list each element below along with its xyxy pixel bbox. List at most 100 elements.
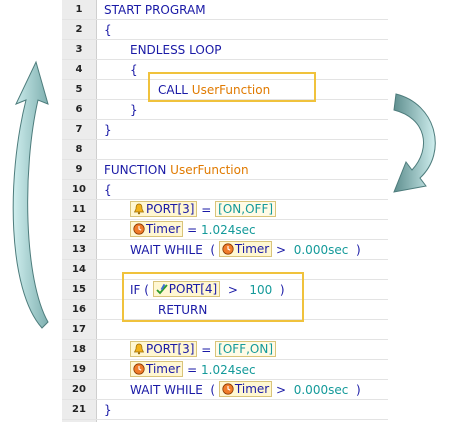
line-number: 14 xyxy=(72,264,86,275)
value-literal: 1.024sec xyxy=(201,223,256,237)
keyword-text: WAIT WHILE ( xyxy=(130,383,219,397)
value-token[interactable]: [ON,OFF] xyxy=(215,201,277,217)
code-line[interactable]: 6} xyxy=(62,100,388,120)
line-number: 8 xyxy=(75,144,83,155)
timer-icon xyxy=(133,363,145,375)
code-text: START PROGRAM xyxy=(104,0,206,20)
line-number: 2 xyxy=(75,24,83,35)
variable-token[interactable]: Timer xyxy=(218,381,273,397)
code-line[interactable]: 11 PORT[3] = [ON,OFF] xyxy=(62,200,388,220)
line-number: 19 xyxy=(72,364,86,375)
keyword-text: START PROGRAM xyxy=(104,3,206,17)
variable-token[interactable]: Timer xyxy=(130,361,184,377)
keyword-text: = xyxy=(197,203,216,217)
timer-icon xyxy=(222,243,234,255)
line-number: 21 xyxy=(72,404,86,415)
keyword-text: { xyxy=(130,63,138,77)
code-line[interactable]: 20 WAIT WHILE ( Timer > 0.000sec ) xyxy=(62,380,388,400)
keyword-text: } xyxy=(104,123,112,137)
code-line[interactable]: 19 Timer = 1.024sec xyxy=(62,360,388,380)
code-line[interactable]: 10 { xyxy=(62,180,388,200)
line-number: 11 xyxy=(72,204,86,215)
bell-icon xyxy=(133,203,145,215)
keyword-text: } xyxy=(130,103,138,117)
code-line[interactable]: 8 xyxy=(62,140,388,160)
line-number: 12 xyxy=(72,224,86,235)
keyword-text: } xyxy=(104,403,112,417)
if-return-highlight-box xyxy=(122,272,304,322)
keyword-text: { xyxy=(104,23,112,37)
timer-icon xyxy=(133,223,145,235)
token-label: Timer xyxy=(234,242,270,256)
code-line[interactable]: 3 ENDLESS LOOP xyxy=(62,40,388,60)
keyword-text: ) xyxy=(348,243,361,257)
line-number: 18 xyxy=(72,344,86,355)
code-text: } xyxy=(104,120,112,140)
line-number: 5 xyxy=(75,84,83,95)
line-number: 4 xyxy=(75,64,83,75)
token-label: Timer xyxy=(146,362,181,376)
keyword-text: = xyxy=(183,223,201,237)
line-number: 6 xyxy=(75,104,83,115)
code-editor[interactable]: 1 START PROGRAM 2{3 ENDLESS LOOP 4{5 CALL Use… xyxy=(62,0,388,422)
variable-token[interactable]: PORT[3] xyxy=(130,341,198,357)
code-line[interactable]: 12 Timer = 1.024sec xyxy=(62,220,388,240)
variable-token[interactable]: Timer xyxy=(130,221,184,237)
line-number: 7 xyxy=(75,124,83,135)
code-line[interactable]: 17 xyxy=(62,320,388,340)
keyword-text: ) xyxy=(348,383,361,397)
code-text: { xyxy=(130,60,138,80)
bell-icon xyxy=(133,343,145,355)
keyword-text: > xyxy=(272,383,294,397)
code-text: { xyxy=(104,20,112,40)
line-number: 3 xyxy=(75,44,83,55)
code-text: FUNCTION UserFunction xyxy=(104,160,249,180)
token-label: Timer xyxy=(146,222,181,236)
keyword-text: = xyxy=(197,343,216,357)
code-text: } xyxy=(104,400,112,420)
token-label: PORT[3] xyxy=(146,342,195,356)
code-text: WAIT WHILE ( Timer > 0.000sec ) xyxy=(130,240,361,260)
code-line[interactable]: 7} xyxy=(62,120,388,140)
value-literal: 0.000sec xyxy=(293,243,349,257)
line-number: 9 xyxy=(75,164,83,175)
code-text: PORT[3] = [ON,OFF] xyxy=(130,200,277,220)
code-line[interactable]: 1 START PROGRAM xyxy=(62,0,388,20)
function-name: UserFunction xyxy=(170,163,249,177)
keyword-text: FUNCTION xyxy=(104,163,171,177)
code-text: WAIT WHILE ( Timer > 0.000sec ) xyxy=(130,380,361,400)
line-number: 10 xyxy=(72,184,86,195)
variable-token[interactable]: Timer xyxy=(218,241,273,257)
code-line[interactable]: 21} xyxy=(62,400,388,420)
line-number: 1 xyxy=(75,4,83,15)
keyword-text: ENDLESS LOOP xyxy=(130,43,222,57)
code-text: } xyxy=(130,100,138,120)
keyword-text: = xyxy=(183,363,201,377)
value-literal: 0.000sec xyxy=(293,383,349,397)
return-flow-arrow-icon xyxy=(12,60,49,329)
value-token[interactable]: [OFF,ON] xyxy=(215,341,277,357)
token-label: Timer xyxy=(234,382,270,396)
call-highlight-box xyxy=(148,72,316,102)
keyword-text: > xyxy=(272,243,294,257)
line-number: 13 xyxy=(72,244,86,255)
code-text: Timer = 1.024sec xyxy=(130,360,256,380)
token-label: PORT[3] xyxy=(146,202,195,216)
code-line[interactable]: 13 WAIT WHILE ( Timer > 0.000sec ) xyxy=(62,240,388,260)
line-number: 20 xyxy=(72,384,86,395)
code-line[interactable]: 2{ xyxy=(62,20,388,40)
keyword-text: WAIT WHILE ( xyxy=(130,243,219,257)
call-flow-arrow-icon xyxy=(393,93,436,193)
code-line[interactable]: 9 FUNCTION UserFunction xyxy=(62,160,388,180)
code-text: Timer = 1.024sec xyxy=(130,220,256,240)
code-text: ENDLESS LOOP xyxy=(130,40,222,60)
code-text: { xyxy=(104,180,112,200)
value-literal: 1.024sec xyxy=(201,363,256,377)
line-number: 15 xyxy=(72,284,86,295)
line-number: 16 xyxy=(72,304,86,315)
code-line[interactable]: 18 PORT[3] = [OFF,ON] xyxy=(62,340,388,360)
code-text: PORT[3] = [OFF,ON] xyxy=(130,340,277,360)
keyword-text: { xyxy=(104,183,112,197)
variable-token[interactable]: PORT[3] xyxy=(130,201,198,217)
line-number: 17 xyxy=(72,324,86,335)
